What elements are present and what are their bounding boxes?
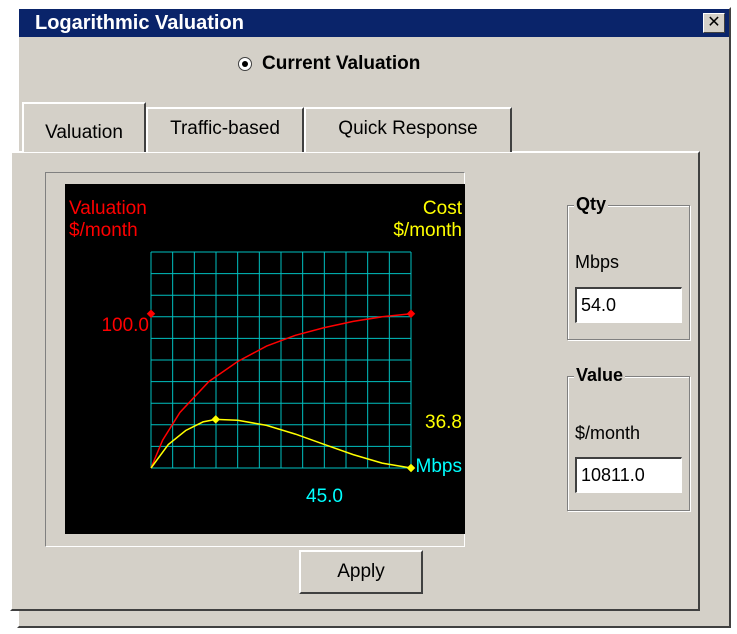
cost-axis-title: Cost: [423, 198, 463, 219]
valuation-chart: Valuation $/month Cost $/month 100.0 36.…: [65, 184, 465, 534]
current-valuation-radio[interactable]: Current Valuation: [238, 52, 420, 76]
value-group-title: Value: [574, 365, 626, 386]
radio-selected-dot: [242, 61, 248, 67]
valuation-axis-title: Valuation: [69, 198, 147, 219]
close-icon[interactable]: ✕: [703, 13, 725, 33]
valuation-axis-unit: $/month: [69, 220, 138, 241]
apply-button[interactable]: Apply: [299, 550, 423, 594]
tab-label: Quick Response: [338, 118, 478, 139]
tab-label: Traffic-based: [170, 118, 280, 139]
valuation-value-label: 100.0: [101, 315, 149, 336]
cost-axis-unit: $/month: [393, 220, 462, 241]
radio-button[interactable]: [238, 57, 252, 71]
qty-unit-label: Mbps: [575, 252, 620, 272]
tab-valuation[interactable]: Valuation: [22, 102, 146, 152]
qty-group-title: Qty: [574, 194, 609, 215]
window-title: Logarithmic Valuation: [35, 12, 244, 34]
tab-quick-response[interactable]: Quick Response: [304, 107, 512, 152]
x-axis-label: Mbps: [416, 456, 462, 477]
qty-input[interactable]: [575, 287, 682, 323]
value-input[interactable]: [575, 457, 682, 493]
radio-label: Current Valuation: [262, 53, 421, 74]
x-value-label: 45.0: [306, 486, 343, 507]
title-bar[interactable]: Logarithmic Valuation ✕: [19, 9, 729, 37]
cost-value-label: 36.8: [425, 412, 462, 433]
value-unit-label: $/month: [575, 423, 641, 443]
tab-label: Valuation: [45, 122, 123, 143]
tab-traffic-based[interactable]: Traffic-based: [146, 107, 304, 152]
